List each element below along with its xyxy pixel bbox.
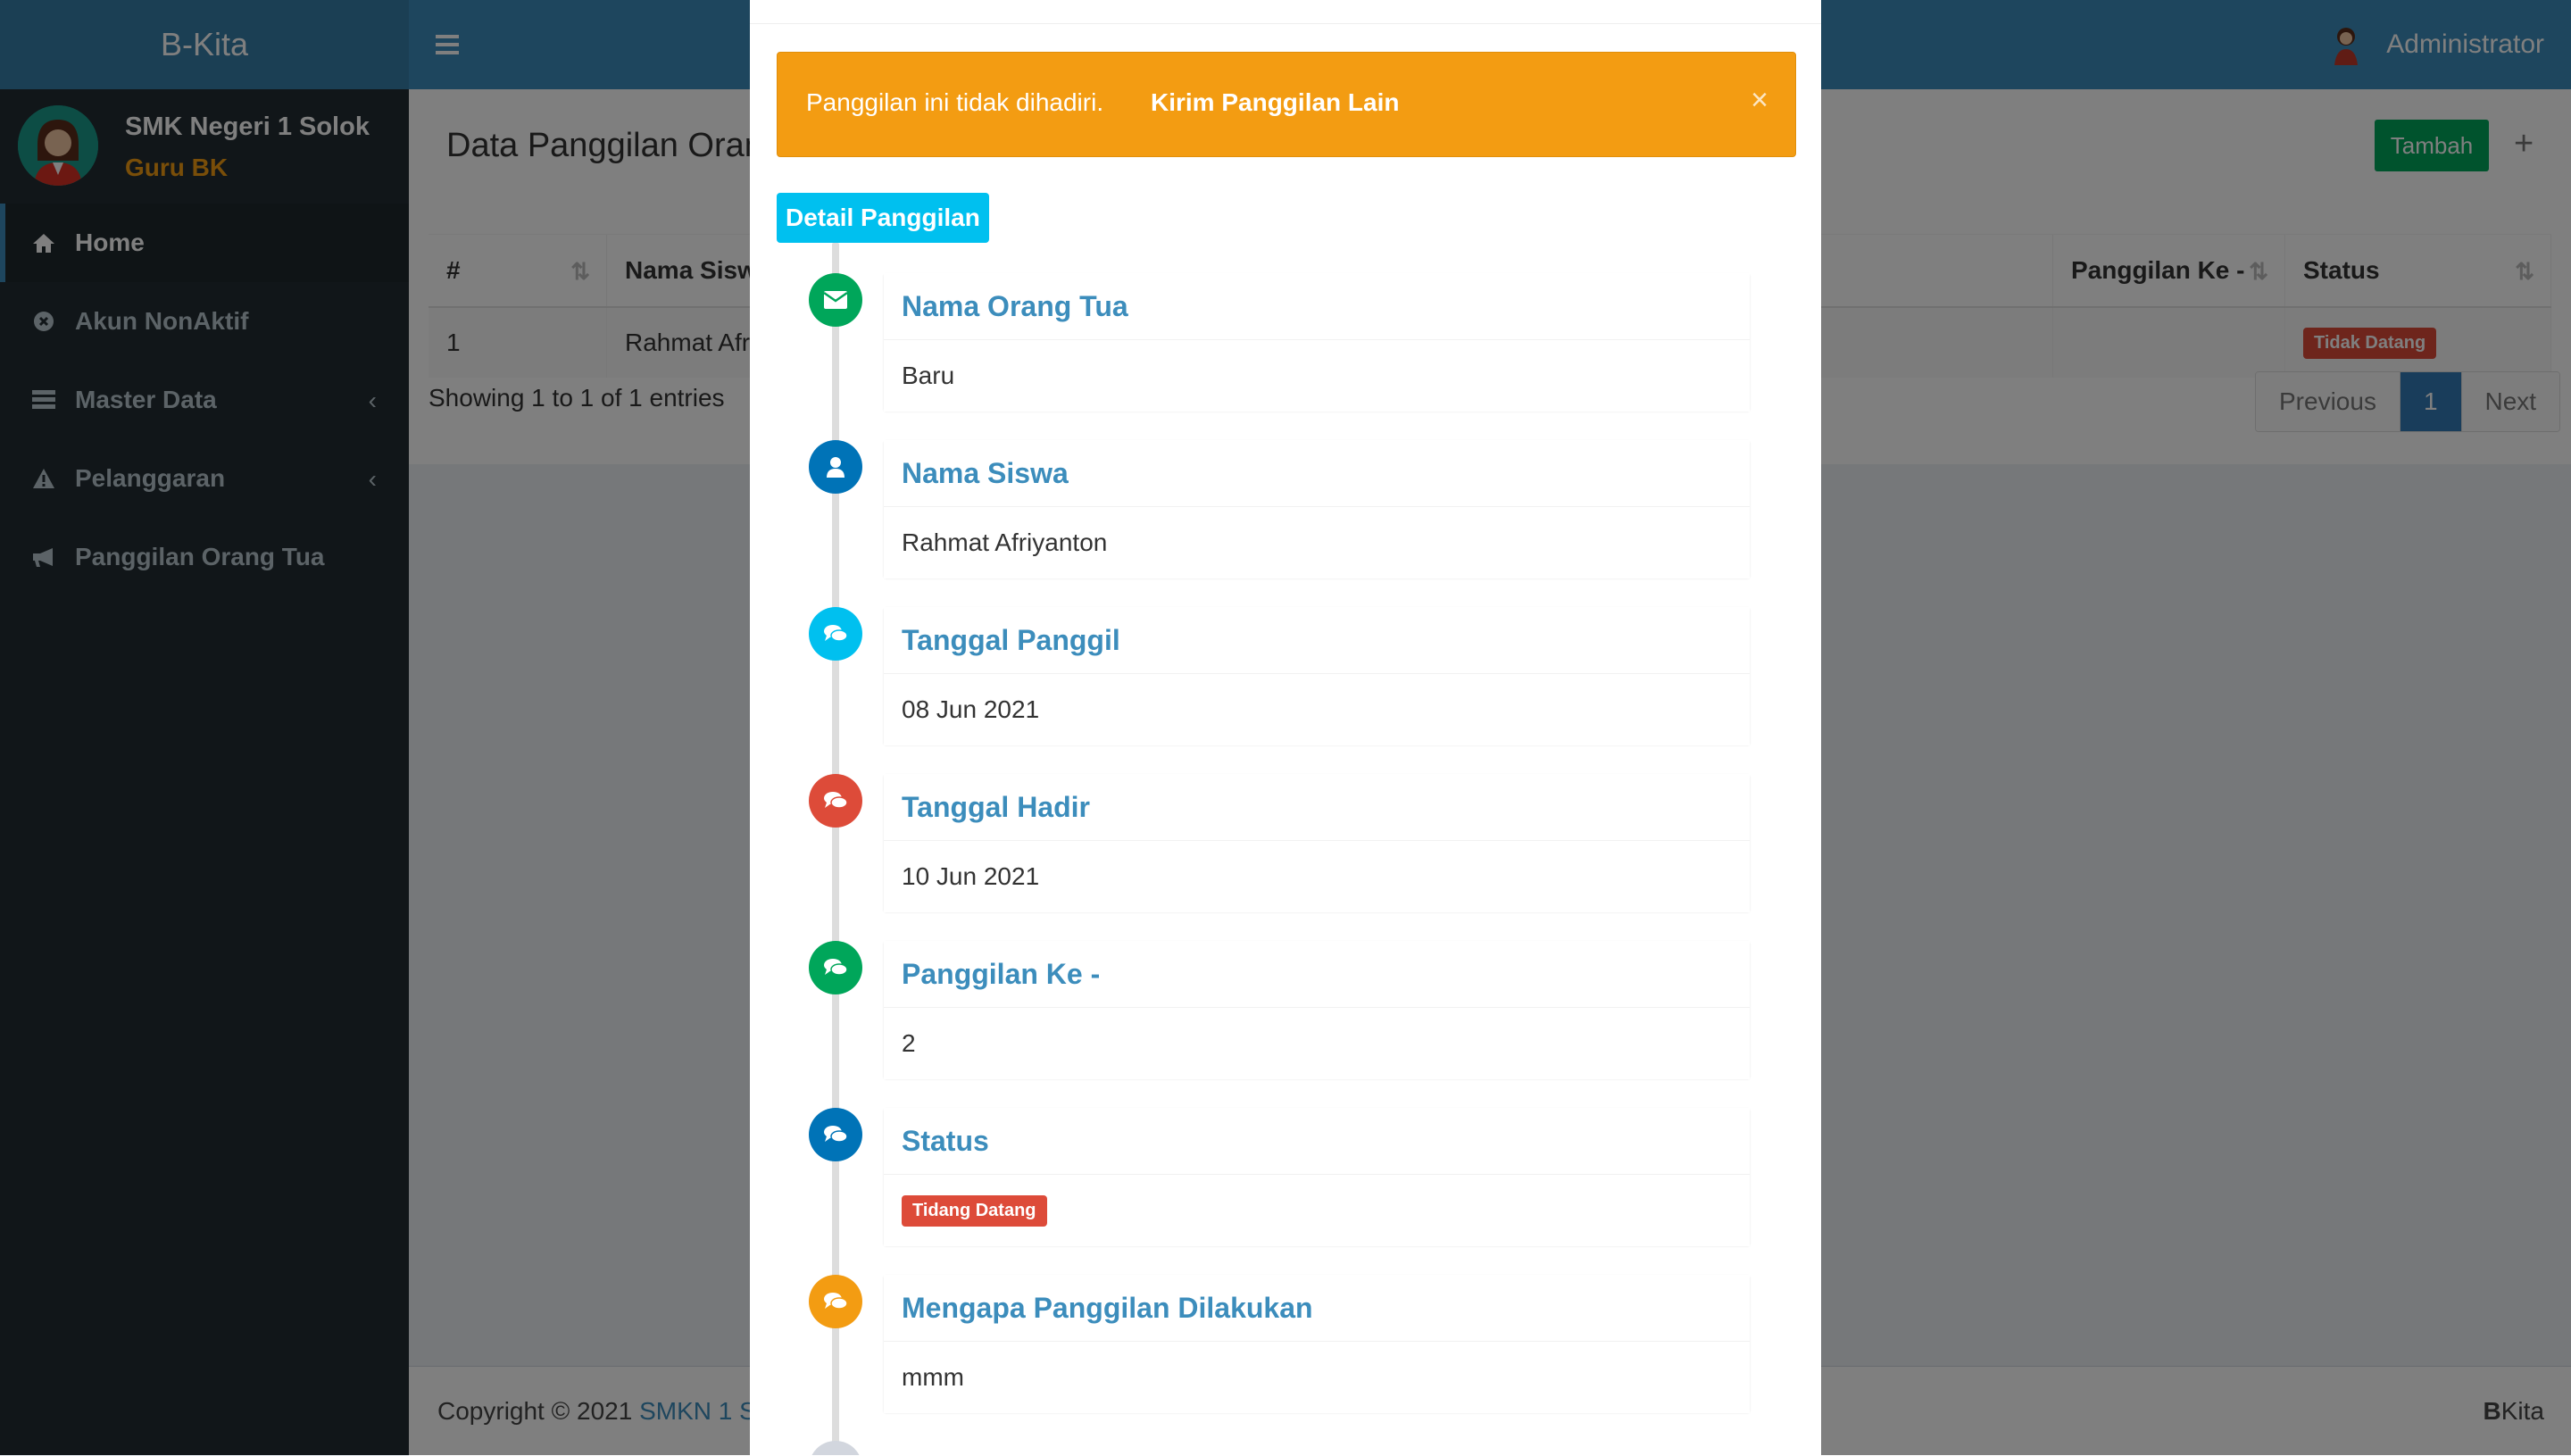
- timeline-item: Status Tidang Datang: [750, 1108, 1821, 1260]
- detail-modal: Panggilan ini tidak dihadiri. Kirim Pang…: [750, 0, 1821, 1455]
- warning-alert: Panggilan ini tidak dihadiri. Kirim Pang…: [777, 52, 1796, 157]
- timeline-title: Nama Siswa: [884, 440, 1750, 507]
- timeline-card: Nama Siswa Rahmat Afriyanton: [884, 440, 1750, 578]
- modal-divider: [750, 23, 1821, 24]
- comments-icon: [809, 1275, 862, 1328]
- send-another-call-link[interactable]: Kirim Panggilan Lain: [1151, 88, 1399, 117]
- timeline-title: Panggilan Ke -: [884, 941, 1750, 1008]
- timeline-title: Nama Orang Tua: [884, 273, 1750, 340]
- comments-icon: [809, 774, 862, 828]
- comments-icon: [809, 607, 862, 661]
- envelope-icon: [809, 273, 862, 327]
- timeline-card: Panggilan Ke - 2: [884, 941, 1750, 1079]
- comments-icon: [809, 941, 862, 994]
- timeline-title: Tanggal Panggil: [884, 607, 1750, 674]
- timeline-value: Tidang Datang: [884, 1175, 1750, 1246]
- timeline-card: Nama Orang Tua Baru: [884, 273, 1750, 412]
- timeline-card: Tanggal Hadir 10 Jun 2021: [884, 774, 1750, 912]
- timeline-title: Tanggal Hadir: [884, 774, 1750, 841]
- timeline-card: Mengapa Panggilan Dilakukan mmm: [884, 1275, 1750, 1413]
- timeline-label: Detail Panggilan: [777, 193, 989, 243]
- timeline-value: 08 Jun 2021: [884, 674, 1750, 745]
- timeline-item: Tanggal Hadir 10 Jun 2021: [750, 774, 1821, 926]
- user-icon: [809, 440, 862, 494]
- comments-icon: [809, 1108, 862, 1161]
- timeline-card: Status Tidang Datang: [884, 1108, 1750, 1246]
- timeline-card: Tanggal Panggil 08 Jun 2021: [884, 607, 1750, 745]
- timeline-value: 10 Jun 2021: [884, 841, 1750, 912]
- timeline-item: Nama Orang Tua Baru: [750, 273, 1821, 425]
- timeline-title: Status: [884, 1108, 1750, 1175]
- timeline-title: Mengapa Panggilan Dilakukan: [884, 1275, 1750, 1342]
- timeline-value: mmm: [884, 1342, 1750, 1413]
- timeline-item: Panggilan Ke - 2: [750, 941, 1821, 1093]
- timeline-value: 2: [884, 1008, 1750, 1079]
- timeline-value: Rahmat Afriyanton: [884, 507, 1750, 578]
- timeline-value: Baru: [884, 340, 1750, 412]
- close-icon[interactable]: ×: [1751, 83, 1768, 118]
- timeline-item: Mengapa Panggilan Dilakukan mmm: [750, 1275, 1821, 1427]
- alert-message: Panggilan ini tidak dihadiri.: [806, 88, 1104, 116]
- timeline-item: Tanggal Panggil 08 Jun 2021: [750, 607, 1821, 759]
- timeline-end-icon: [809, 1441, 862, 1455]
- timeline-item: Nama Siswa Rahmat Afriyanton: [750, 440, 1821, 592]
- status-badge: Tidang Datang: [902, 1194, 1047, 1227]
